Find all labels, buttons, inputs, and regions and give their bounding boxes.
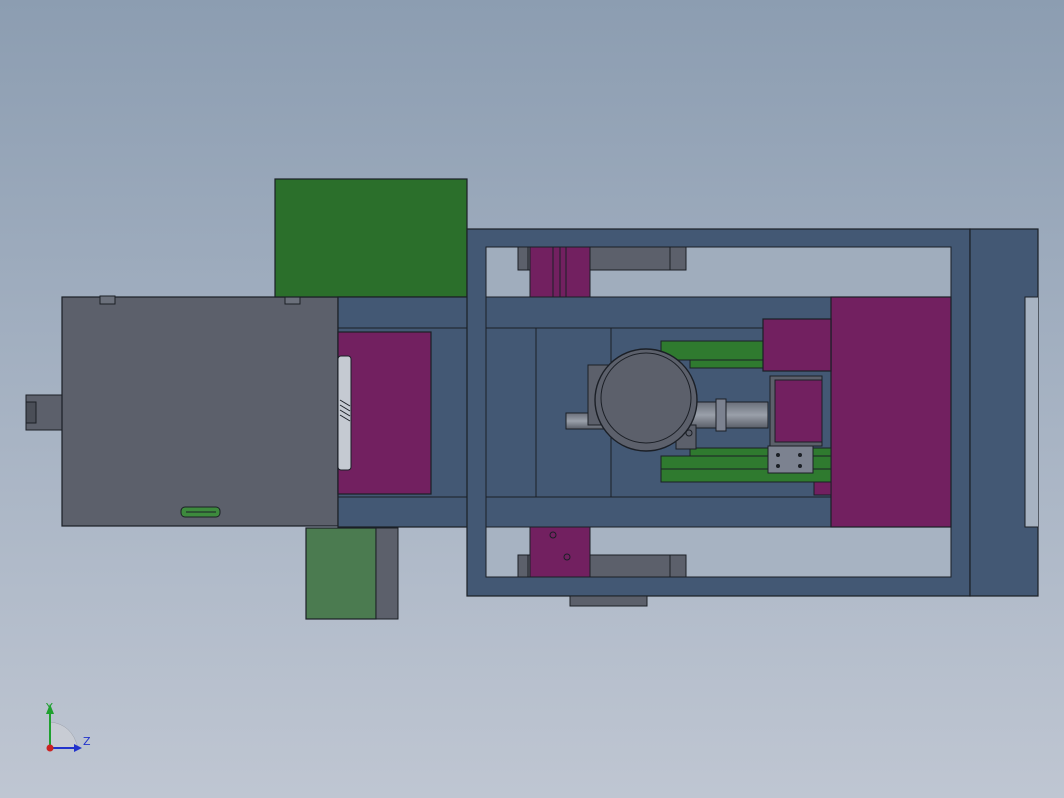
motor-clip-left <box>99 295 116 305</box>
carriage-lower-purple <box>774 379 823 443</box>
triad-origin <box>46 744 54 752</box>
coordinate-triad-icon: Y Z <box>45 701 91 752</box>
bottom-box-assembly <box>305 527 399 620</box>
carriage-upper-purple <box>762 318 832 372</box>
coupling-block-purple <box>337 331 432 495</box>
spindle-shaft-right <box>689 401 769 429</box>
end-plate-notch <box>1024 296 1038 528</box>
spindle-collar <box>715 398 727 432</box>
triad-z-label: Z <box>83 735 91 748</box>
triad-y-label: Y <box>45 701 53 714</box>
cad-model-view[interactable]: Y Z <box>0 0 1064 798</box>
bottom-box-side <box>375 527 399 620</box>
controller-box-top <box>274 178 468 298</box>
carriage-mount-plate <box>767 445 814 474</box>
rail-upper-inner <box>689 359 766 369</box>
rail-upper <box>660 340 768 361</box>
frame-bottom-tab <box>569 595 648 607</box>
drum-inner <box>600 352 692 444</box>
motor-shaft-collar <box>25 401 37 424</box>
motor-body <box>61 296 339 527</box>
clamp-block-purple <box>830 296 952 528</box>
rail-corner-purple <box>813 481 832 496</box>
bottom-box-green <box>305 527 377 620</box>
triad-plane <box>49 721 79 749</box>
motor-assembly <box>25 295 339 527</box>
bottom-guide-block-purple <box>529 526 591 578</box>
